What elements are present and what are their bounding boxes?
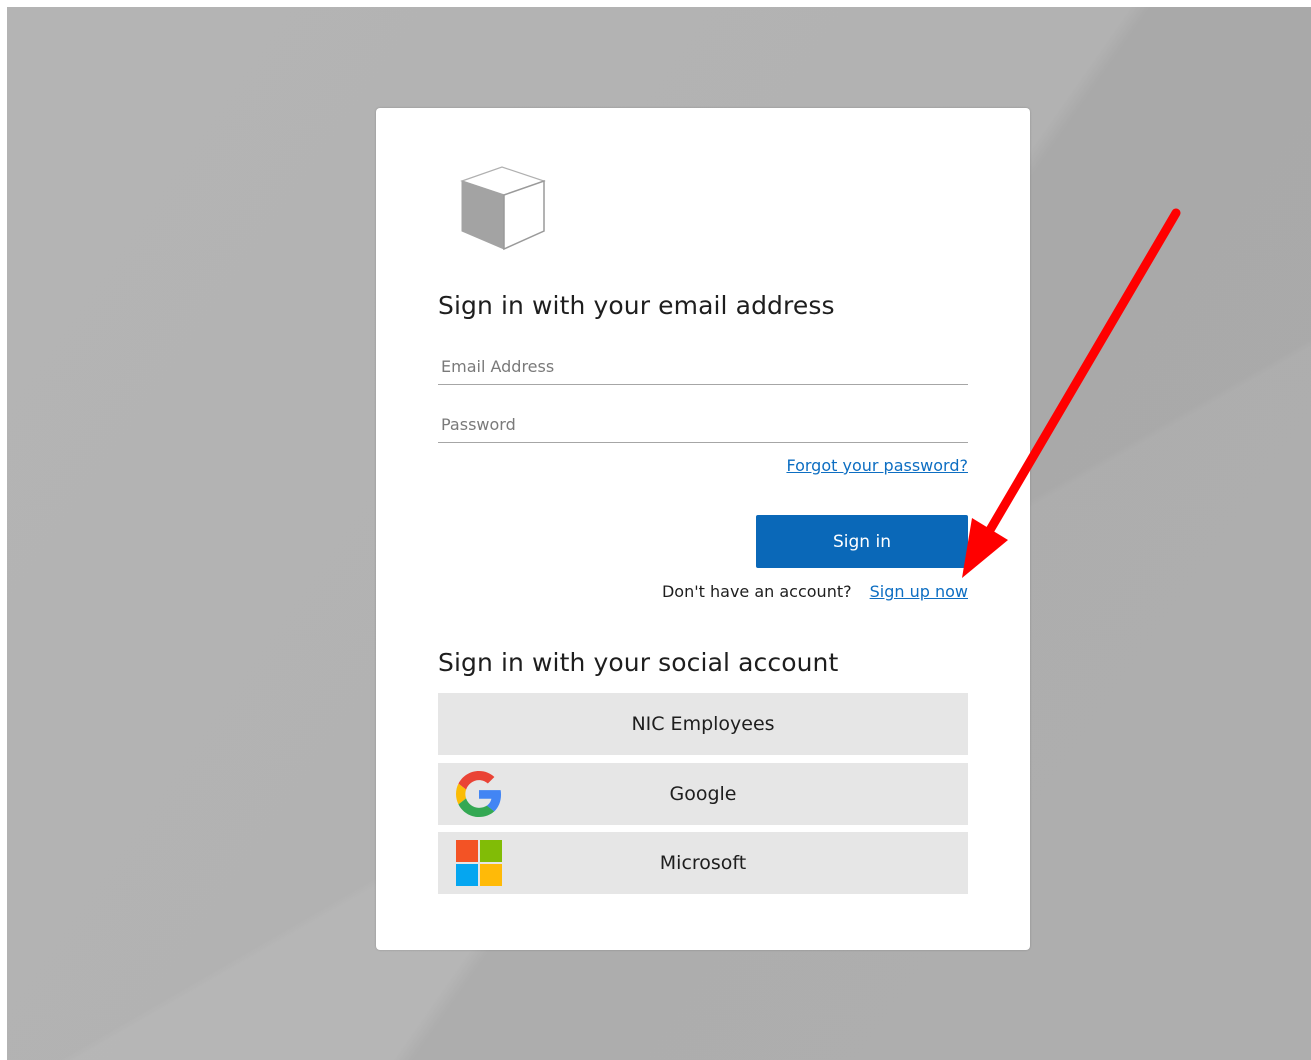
sign-up-link[interactable]: Sign up now: [870, 582, 968, 601]
signin-card: Sign in with your email address Forgot y…: [376, 108, 1030, 950]
left-edge: [0, 0, 7, 1060]
no-account-text: Don't have an account?: [661, 582, 852, 601]
forgot-password-link[interactable]: Forgot your password?: [786, 456, 968, 475]
password-field[interactable]: [438, 407, 968, 443]
microsoft-label: Microsoft: [659, 852, 747, 874]
nic-employees-button[interactable]: NIC Employees: [438, 693, 968, 755]
google-button[interactable]: Google: [438, 763, 968, 825]
top-edge: [0, 0, 1311, 7]
email-field[interactable]: [438, 349, 968, 385]
google-label: Google: [669, 783, 737, 805]
cube-logo-icon: [460, 166, 546, 251]
nic-employees-label: NIC Employees: [631, 713, 775, 735]
signup-row: Don't have an account? Sign up now: [662, 582, 968, 601]
social-signin-heading: Sign in with your social account: [438, 648, 839, 677]
sign-in-button[interactable]: Sign in: [756, 515, 968, 568]
microsoft-button[interactable]: Microsoft: [438, 832, 968, 894]
email-signin-heading: Sign in with your email address: [438, 291, 835, 320]
